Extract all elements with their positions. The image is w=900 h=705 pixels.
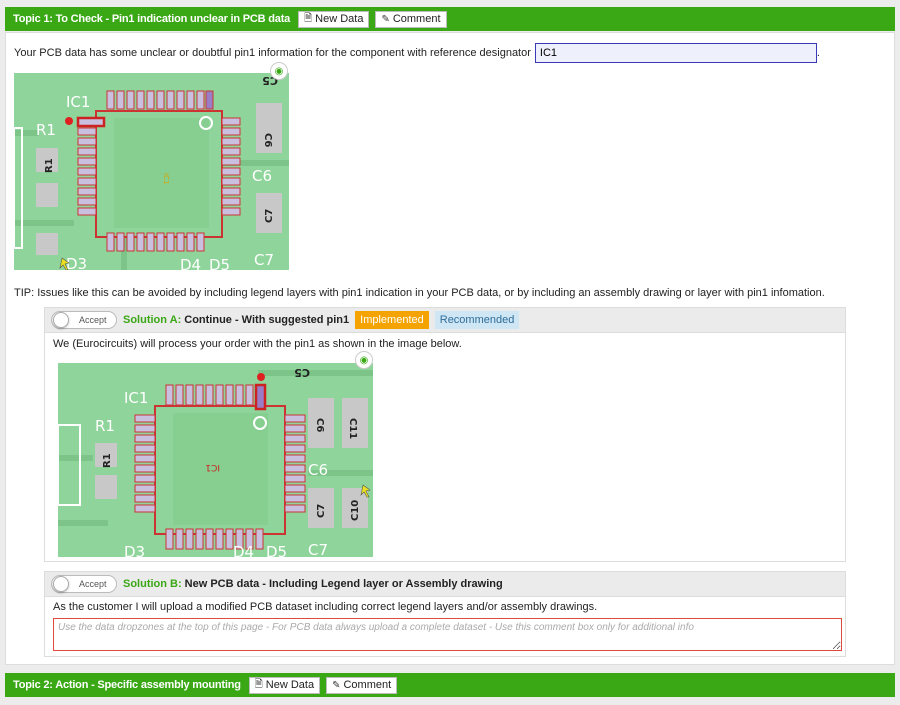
label-c5: C5	[294, 366, 310, 379]
solution-b-header: Accept Solution B: New PCB data - Includ…	[44, 571, 846, 597]
label-r1v: R1	[44, 158, 55, 173]
label-c6v: C6	[262, 133, 273, 147]
eye-icon[interactable]: ◉	[355, 351, 373, 369]
intro-suffix: .	[816, 47, 820, 59]
intro-text: Your PCB data has some unclear or doubtf…	[14, 47, 531, 59]
label-r1: R1	[95, 417, 115, 435]
pcb-drawing-1: IC1 R1 R1 C5 C6 C6 C7 C7 D3 D4 D5 IC1	[14, 73, 289, 270]
document-icon: 🗎	[254, 678, 263, 690]
solution-b-description: New PCB data - Including Legend layer or…	[184, 578, 503, 590]
pcb-image-suggested: IC1 R1 R1 C5 C6 C11 C6 C7 C10 C7 D3 D4 D…	[58, 363, 373, 557]
solution-a-body: We (Eurocircuits) will process your orde…	[44, 333, 846, 562]
toggle-knob	[53, 312, 69, 328]
solution-a-accept-toggle[interactable]: Accept	[51, 311, 117, 329]
toggle-knob	[53, 576, 69, 592]
tip-text: TIP: Issues like this can be avoided by …	[14, 287, 825, 299]
topic1-title: Topic 1: To Check - Pin1 indication uncl…	[13, 13, 291, 25]
topic2-comment-button[interactable]: ✎ Comment	[326, 676, 398, 694]
pcb-drawing-2: IC1 R1 R1 C5 C6 C11 C6 C7 C10 C7 D3 D4 D…	[58, 363, 373, 557]
label-d4: D4	[233, 543, 254, 557]
comment-label: Comment	[343, 679, 392, 691]
edit-icon: ✎	[332, 679, 341, 691]
implemented-badge: Implemented	[355, 311, 429, 329]
toggle-label: Accept	[79, 315, 107, 325]
label-r1: R1	[36, 121, 56, 139]
pcb-image-original: IC1 R1 R1 C5 C6 C6 C7 C7 D3 D4 D5 IC1	[14, 73, 289, 270]
comment-label: Comment	[392, 13, 441, 25]
new-data-label: New Data	[315, 13, 364, 25]
recommended-badge: Recommended	[434, 311, 520, 329]
solution-a-text: We (Eurocircuits) will process your orde…	[53, 338, 462, 350]
new-data-label: New Data	[265, 679, 315, 691]
label-c6v: C6	[314, 418, 325, 432]
topic1-comment-button[interactable]: ✎ Comment	[375, 10, 447, 28]
label-center: IC1	[205, 462, 220, 472]
label-c7: C7	[254, 251, 274, 269]
label-c6: C6	[252, 167, 272, 185]
label-c7: C7	[308, 541, 328, 557]
comment-textarea[interactable]	[53, 618, 842, 651]
topic1-header: Topic 1: To Check - Pin1 indication uncl…	[5, 7, 895, 31]
label-ic1: IC1	[124, 389, 148, 407]
label-c10: C10	[350, 500, 361, 521]
topic2-new-data-button[interactable]: 🗎 New Data	[248, 676, 321, 694]
solution-a-name: Solution A:	[123, 314, 182, 326]
label-r1v: R1	[102, 453, 113, 468]
label-center: IC1	[162, 173, 170, 184]
label-d3: D3	[124, 543, 145, 557]
label-ic1: IC1	[66, 93, 90, 111]
solution-a-header: Accept Solution A: Continue - With sugge…	[44, 307, 846, 333]
solution-b-accept-toggle[interactable]: Accept	[51, 575, 117, 593]
label-d5: D5	[209, 256, 230, 270]
topic2-header: Topic 2: Action - Specific assembly moun…	[5, 673, 895, 697]
label-c7v: C7	[316, 504, 327, 518]
eye-icon[interactable]: ◉	[270, 62, 288, 80]
label-c6: C6	[308, 461, 328, 479]
document-icon: 🗎	[304, 12, 313, 24]
label-c7v: C7	[264, 209, 275, 223]
solution-b-body: As the customer I will upload a modified…	[44, 597, 846, 657]
solution-b-name: Solution B:	[123, 578, 182, 590]
toggle-label: Accept	[79, 579, 107, 589]
label-c11: C11	[347, 418, 358, 439]
solution-a-description: Continue - With suggested pin1	[184, 314, 350, 326]
edit-icon: ✎	[381, 13, 390, 25]
label-d4: D4	[180, 256, 201, 270]
intro-row: Your PCB data has some unclear or doubtf…	[14, 43, 820, 63]
topic1-new-data-button[interactable]: 🗎 New Data	[298, 10, 370, 28]
solution-b-text: As the customer I will upload a modified…	[53, 601, 598, 613]
label-d5: D5	[266, 543, 287, 557]
reference-designator-input[interactable]	[534, 43, 817, 63]
label-d3: D3	[66, 255, 87, 270]
topic2-title: Topic 2: Action - Specific assembly moun…	[13, 679, 241, 691]
